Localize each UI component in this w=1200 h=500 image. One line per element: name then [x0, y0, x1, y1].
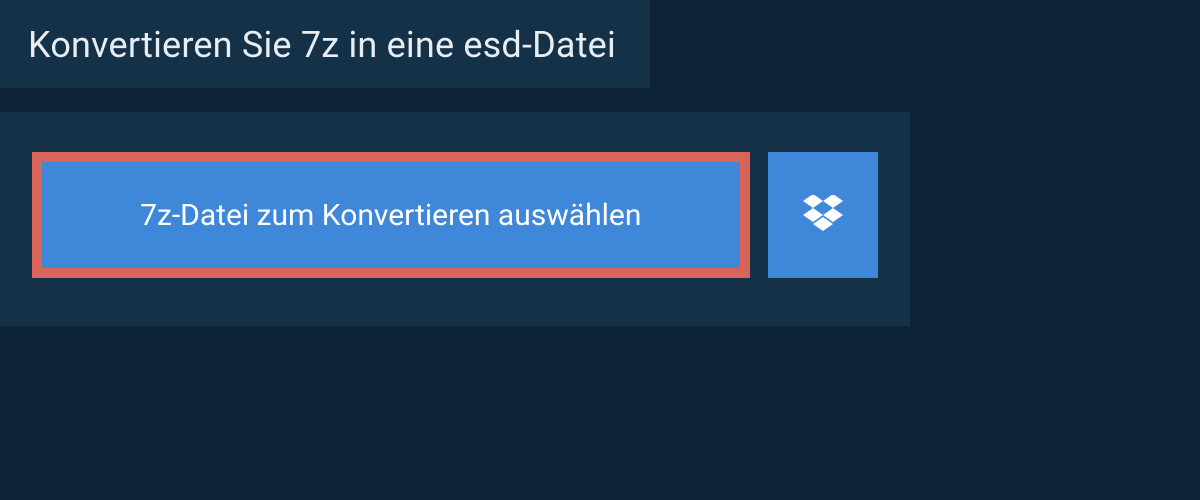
page-title: Konvertieren Sie 7z in eine esd-Datei: [28, 24, 616, 66]
converter-panel: 7z-Datei zum Konvertieren auswählen: [0, 112, 910, 326]
dropbox-button[interactable]: [768, 152, 878, 278]
dropbox-icon: [803, 195, 843, 235]
page-title-bar: Konvertieren Sie 7z in eine esd-Datei: [0, 0, 650, 88]
page-root: Konvertieren Sie 7z in eine esd-Datei 7z…: [0, 0, 1200, 326]
select-file-button[interactable]: 7z-Datei zum Konvertieren auswählen: [32, 152, 750, 278]
select-file-label: 7z-Datei zum Konvertieren auswählen: [140, 198, 641, 233]
action-row: 7z-Datei zum Konvertieren auswählen: [0, 112, 910, 326]
